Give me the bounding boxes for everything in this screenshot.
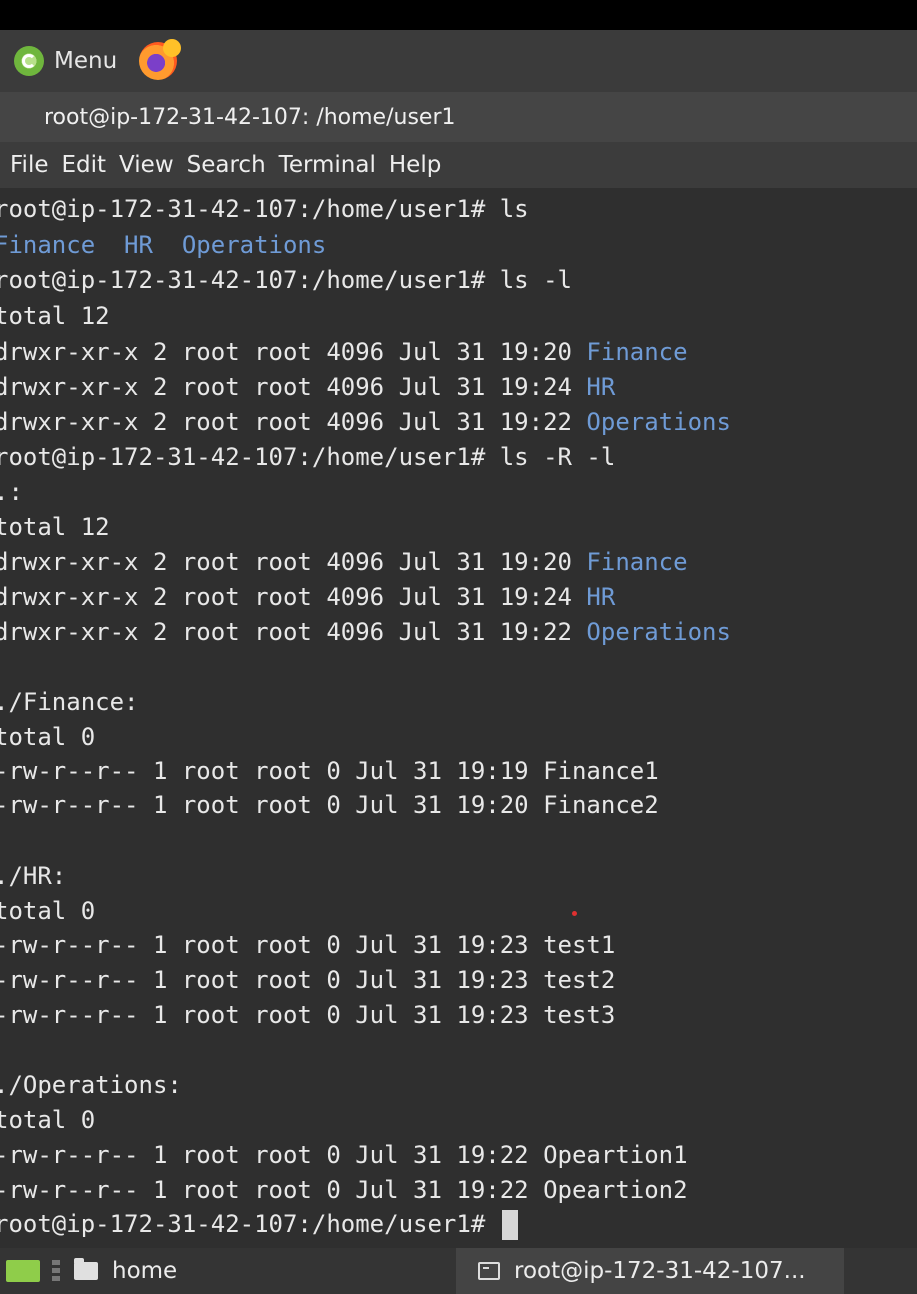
terminal-line: -rw-r--r-- 1 root root 0 Jul 31 19:23 te… (0, 998, 615, 1033)
terminal-text: -rw-r--r-- 1 root root 0 Jul 31 19:22 Op… (0, 1141, 688, 1169)
terminal-text: -rw-r--r-- 1 root root 0 Jul 31 19:23 te… (0, 966, 616, 994)
terminal-text: total 0 (0, 1106, 96, 1134)
terminal-text: root@ip-172-31-42-107:/home/user1# ls -R… (0, 443, 616, 471)
terminal-text: total 12 (0, 513, 110, 541)
terminal-text: drwxr-xr-x 2 root root 4096 Jul 31 19:24 (0, 373, 587, 401)
terminal-line: drwxr-xr-x 2 root root 4096 Jul 31 19:22… (0, 405, 731, 440)
terminal-line: .: (0, 475, 23, 510)
workspace-switcher[interactable] (6, 1260, 40, 1282)
menu-file[interactable]: File (10, 152, 49, 178)
terminal-text: total 12 (0, 302, 110, 330)
terminal-line: ./HR: (0, 859, 66, 894)
terminal-text: drwxr-xr-x 2 root root 4096 Jul 31 19:22 (0, 618, 587, 646)
terminal-text: drwxr-xr-x 2 root root 4096 Jul 31 19:20 (0, 548, 587, 576)
terminal-text: .: (0, 478, 23, 506)
terminal-text: -rw-r--r-- 1 root root 0 Jul 31 19:19 Fi… (0, 757, 659, 785)
terminal-text: ./HR: (0, 862, 67, 890)
terminal-line: total 12 (0, 299, 110, 334)
terminal-line: total 12 (0, 510, 110, 545)
terminal-menubar: File Edit View Search Terminal Help (0, 142, 917, 188)
terminal-line: total 0 (0, 1103, 95, 1138)
terminal-line: -rw-r--r-- 1 root root 0 Jul 31 19:22 Op… (0, 1173, 688, 1208)
terminal-text: -rw-r--r-- 1 root root 0 Jul 31 19:20 Fi… (0, 791, 659, 819)
terminal-directory-name: Operations (586, 408, 731, 436)
terminal-line: drwxr-xr-x 2 root root 4096 Jul 31 19:20… (0, 335, 688, 370)
menu-edit[interactable]: Edit (62, 152, 107, 178)
terminal-text: drwxr-xr-x 2 root root 4096 Jul 31 19:22 (0, 408, 587, 436)
window-title: root@ip-172-31-42-107: /home/user1 (44, 104, 456, 130)
terminal-line: drwxr-xr-x 2 root root 4096 Jul 31 19:24… (0, 370, 615, 405)
stray-pixel-mark (572, 911, 577, 916)
terminal-text: ./Finance: (0, 688, 139, 716)
terminal-directory-name: Operations (586, 618, 731, 646)
terminal-line: root@ip-172-31-42-107:/home/user1# ls -R… (0, 440, 615, 475)
terminal-line: root@ip-172-31-42-107:/home/user1# ls (0, 192, 529, 227)
terminal-line: Finance HR Operations (0, 228, 326, 263)
screen-top-bar (0, 0, 917, 30)
terminal-text: root@ip-172-31-42-107:/home/user1# (0, 1210, 500, 1238)
terminal-line: total 0 (0, 894, 95, 929)
terminal-directory-name: Finance (586, 338, 688, 366)
firefox-icon[interactable] (139, 39, 182, 80)
terminal-text: total 0 (0, 723, 96, 751)
terminal-text: drwxr-xr-x 2 root root 4096 Jul 31 19:24 (0, 583, 587, 611)
terminal-directory-name: Finance HR Operations (0, 231, 327, 259)
terminal-text: total 0 (0, 897, 96, 925)
terminal-text: ./Operations: (0, 1071, 182, 1099)
top-panel: Menu (0, 30, 917, 92)
menu-view[interactable]: View (119, 152, 174, 178)
menu-button[interactable]: Menu (14, 41, 117, 81)
terminal-output[interactable]: root@ip-172-31-42-107:/home/user1# ls Fin… (0, 188, 917, 1248)
terminal-line: root@ip-172-31-42-107:/home/user1# ls -l (0, 263, 572, 298)
linux-mint-logo-icon (14, 46, 44, 76)
terminal-line: -rw-r--r-- 1 root root 0 Jul 31 19:20 Fi… (0, 788, 659, 823)
terminal-line: ./Operations: (0, 1068, 182, 1103)
terminal-line: ./Finance: (0, 685, 139, 720)
terminal-cursor (501, 1210, 518, 1240)
terminal-text: -rw-r--r-- 1 root root 0 Jul 31 19:23 te… (0, 931, 616, 959)
terminal-line: -rw-r--r-- 1 root root 0 Jul 31 19:19 Fi… (0, 754, 659, 789)
terminal-line: root@ip-172-31-42-107:/home/user1# (0, 1207, 518, 1242)
terminal-line: drwxr-xr-x 2 root root 4096 Jul 31 19:24… (0, 580, 615, 615)
menu-search[interactable]: Search (187, 152, 266, 178)
bottom-taskbar: home root@ip-172-31-42-107... (0, 1248, 917, 1294)
terminal-text: root@ip-172-31-42-107:/home/user1# ls (0, 195, 529, 223)
terminal-icon (478, 1262, 500, 1280)
taskbar-home-label[interactable]: home (112, 1258, 177, 1284)
folder-icon (74, 1258, 98, 1280)
terminal-line: -rw-r--r-- 1 root root 0 Jul 31 19:22 Op… (0, 1138, 688, 1173)
terminal-text: drwxr-xr-x 2 root root 4096 Jul 31 19:20 (0, 338, 587, 366)
terminal-line: drwxr-xr-x 2 root root 4096 Jul 31 19:20… (0, 545, 688, 580)
panel-separator (52, 1260, 60, 1282)
menu-label: Menu (54, 48, 118, 74)
terminal-line: -rw-r--r-- 1 root root 0 Jul 31 19:23 te… (0, 928, 615, 963)
terminal-directory-name: HR (586, 583, 616, 611)
terminal-directory-name: HR (586, 373, 616, 401)
terminal-line: drwxr-xr-x 2 root root 4096 Jul 31 19:22… (0, 615, 731, 650)
menu-terminal[interactable]: Terminal (279, 152, 376, 178)
terminal-line: -rw-r--r-- 1 root root 0 Jul 31 19:23 te… (0, 963, 615, 998)
terminal-text: -rw-r--r-- 1 root root 0 Jul 31 19:23 te… (0, 1001, 616, 1029)
terminal-line: total 0 (0, 720, 95, 755)
terminal-text: root@ip-172-31-42-107:/home/user1# ls -l (0, 266, 572, 294)
taskbar-terminal-task[interactable]: root@ip-172-31-42-107... (456, 1248, 844, 1294)
terminal-directory-name: Finance (586, 548, 688, 576)
terminal-text: -rw-r--r-- 1 root root 0 Jul 31 19:22 Op… (0, 1176, 688, 1204)
taskbar-terminal-label: root@ip-172-31-42-107... (514, 1258, 806, 1284)
window-title-bar[interactable]: root@ip-172-31-42-107: /home/user1 (0, 92, 917, 142)
menu-help[interactable]: Help (389, 152, 441, 178)
